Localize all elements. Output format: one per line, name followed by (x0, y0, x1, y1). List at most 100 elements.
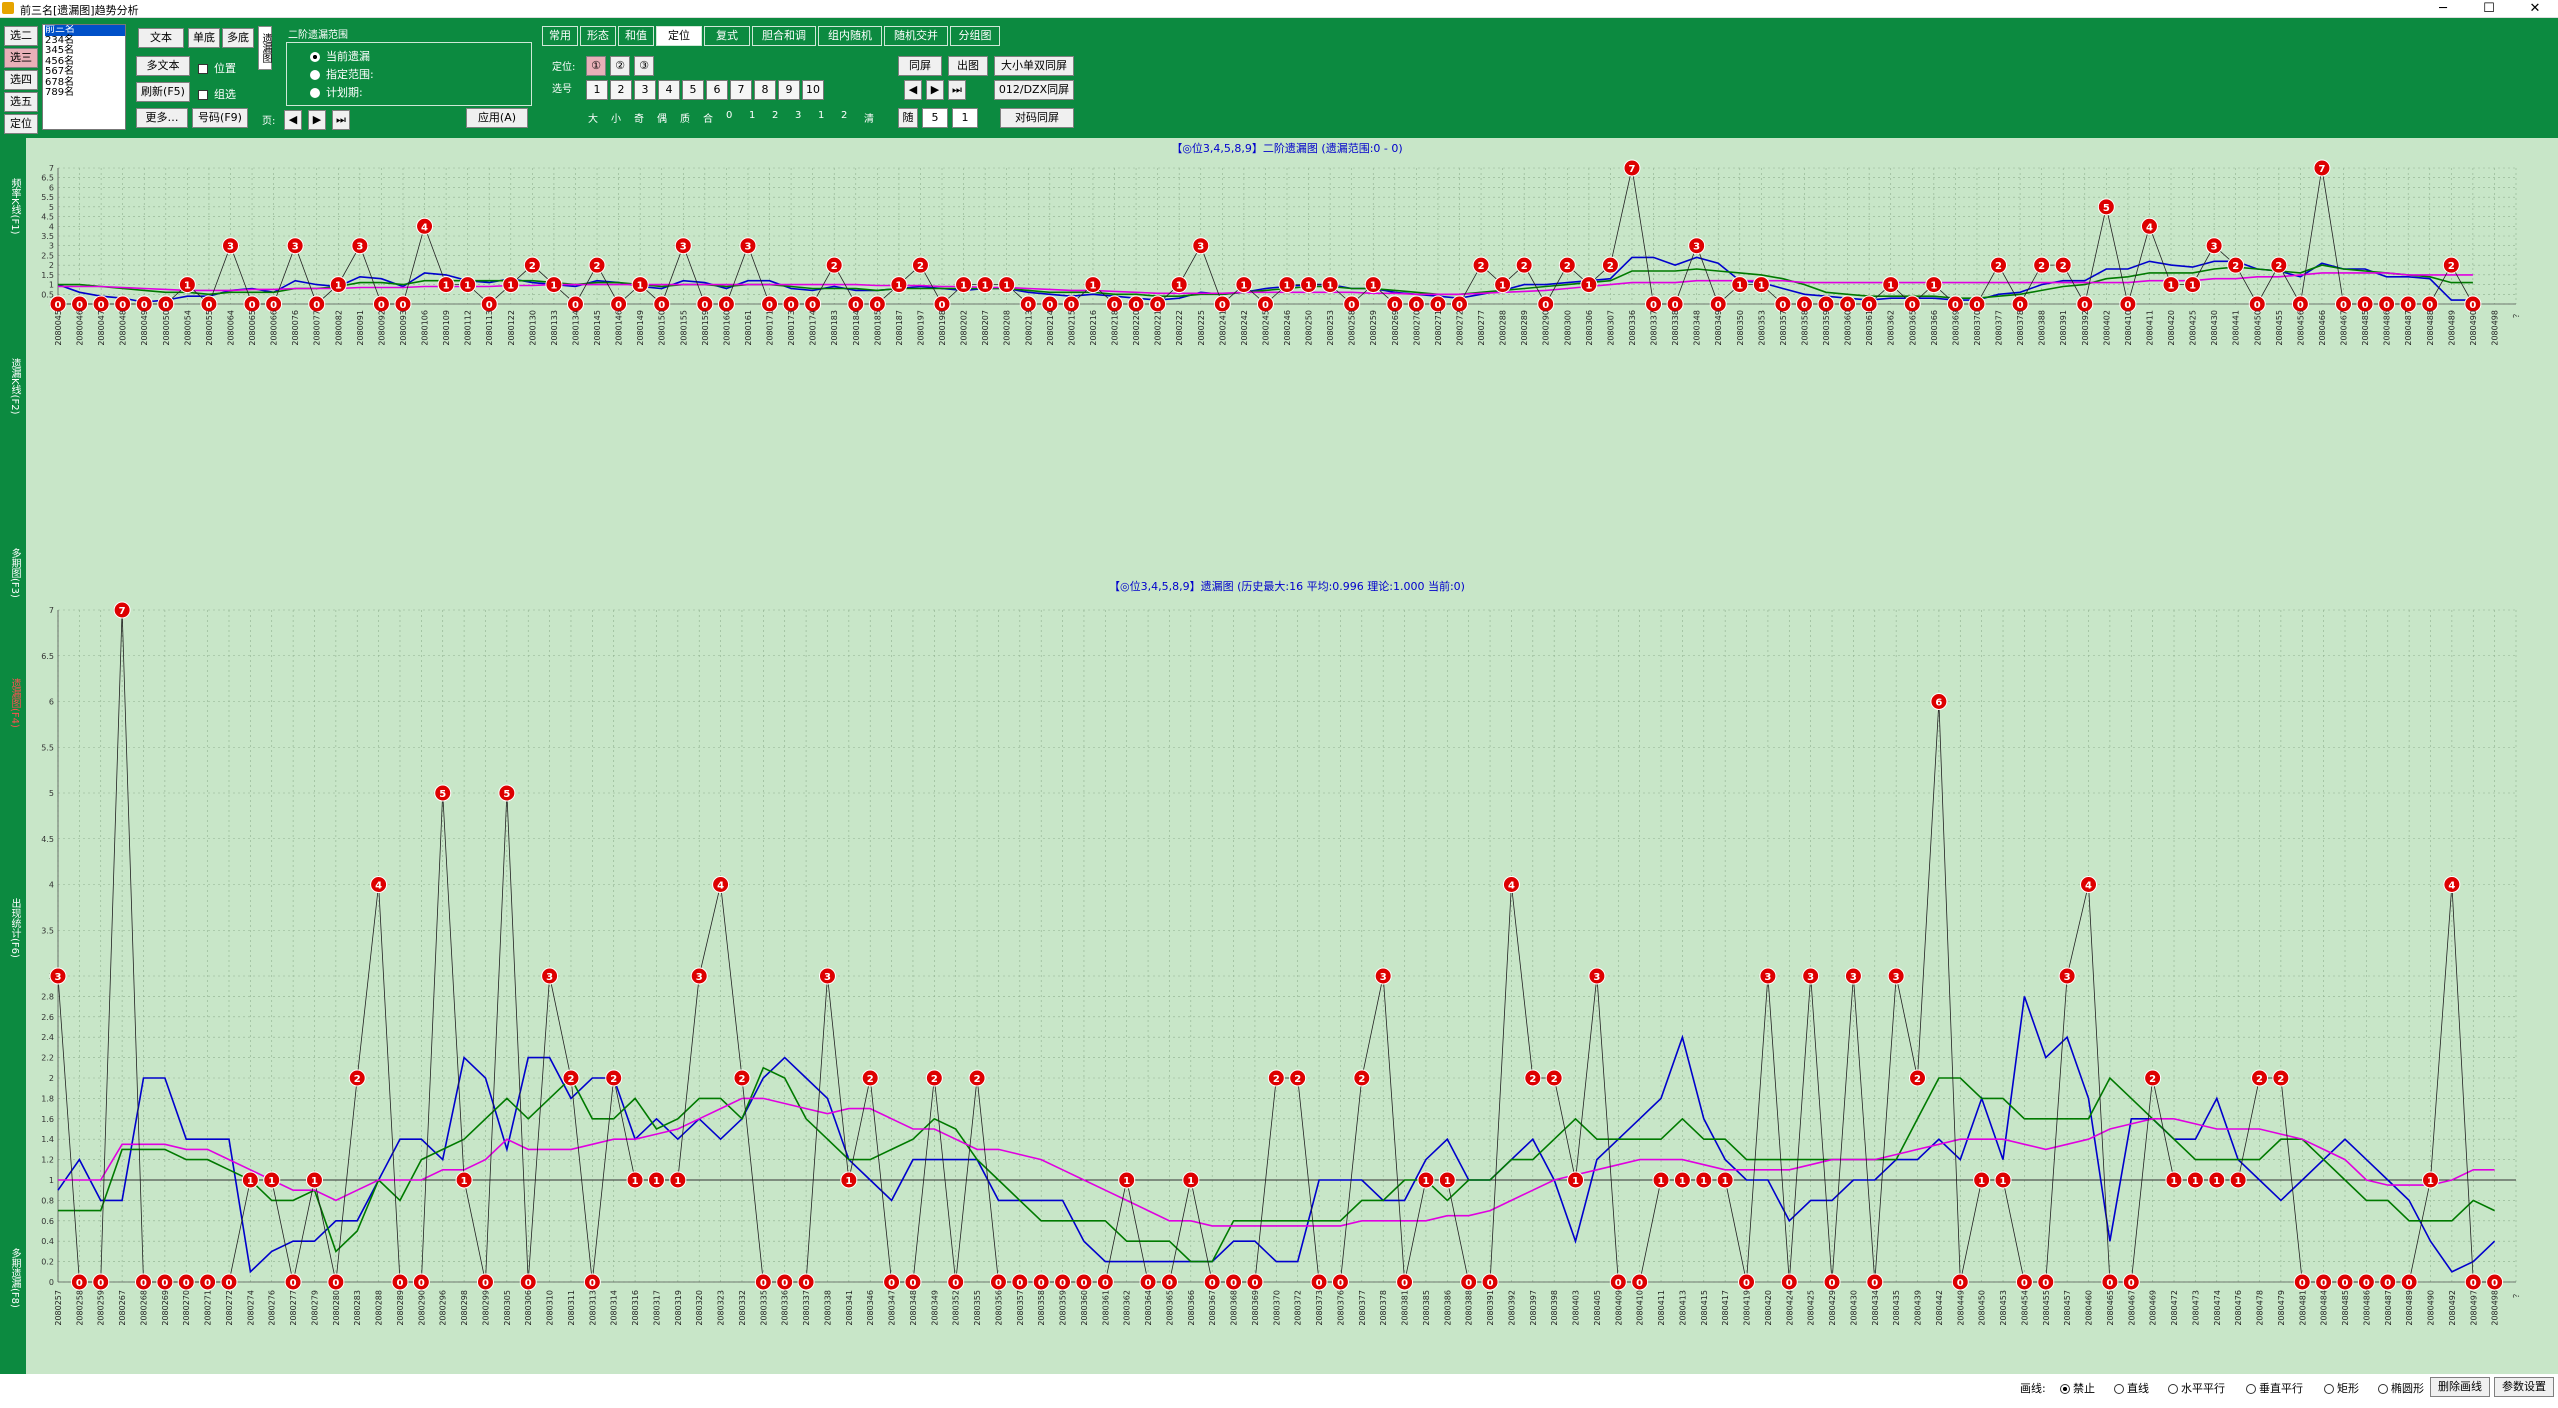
number-7-button[interactable]: 7 (730, 80, 752, 100)
radio-dot[interactable] (2324, 1384, 2334, 1394)
position-button[interactable]: 定位 (4, 114, 38, 134)
select-four-button[interactable]: 选四 (4, 70, 38, 90)
attr-item[interactable]: 1 (818, 110, 824, 121)
minimize-button[interactable]: ─ (2420, 0, 2466, 18)
checkbox-box[interactable] (198, 90, 208, 100)
checkbox-box[interactable] (198, 64, 208, 74)
tab-common[interactable]: 常用 (542, 26, 578, 46)
out-chart-button[interactable]: 出图 (948, 56, 988, 76)
multi-button[interactable]: 多底 (222, 28, 254, 48)
tab-position[interactable]: 定位 (656, 26, 702, 46)
next-page-icon[interactable]: ▶ (308, 110, 326, 130)
tab-group-random[interactable]: 组内随机 (818, 26, 882, 46)
same-screen-button[interactable]: 同屏 (898, 56, 942, 76)
list-item[interactable]: 789名 (45, 87, 125, 99)
multitext-button[interactable]: 多文本 (136, 56, 190, 76)
radio-dot[interactable] (310, 88, 320, 98)
number-2-button[interactable]: 2 (610, 80, 632, 100)
settings-button[interactable]: 参数设置 (2494, 1377, 2554, 1397)
close-button[interactable]: ✕ (2512, 0, 2558, 18)
dan-button[interactable]: 单底 (188, 28, 220, 48)
nav-miss-kline[interactable]: 遗漏K线(F2) (4, 358, 22, 414)
draw-option-2[interactable]: 水平平行 (2168, 1380, 2225, 1396)
number-button[interactable]: 号码(F9) (192, 108, 248, 128)
last-icon[interactable]: ⏭ (948, 80, 966, 100)
number-5-button[interactable]: 5 (682, 80, 704, 100)
nav-freq-kline[interactable]: 频率K线(F1) (4, 178, 22, 234)
random-step-spinner[interactable]: 1 (952, 108, 978, 128)
radio-plan[interactable]: 计划期: (310, 84, 363, 100)
nav-multi-period[interactable]: 多期图(F3) (4, 548, 22, 598)
text-button[interactable]: 文本 (138, 28, 184, 48)
radio-dot[interactable] (2060, 1384, 2070, 1394)
refresh-button[interactable]: 刷新(F5) (136, 82, 190, 102)
tab-shape[interactable]: 形态 (580, 26, 616, 46)
tab-sum[interactable]: 和值 (618, 26, 654, 46)
number-10-button[interactable]: 10 (802, 80, 824, 100)
list-item[interactable]: 前三名 (45, 25, 125, 36)
position-1-button[interactable]: ① (586, 56, 606, 76)
last-page-icon[interactable]: ⏭ (332, 110, 350, 130)
number-4-button[interactable]: 4 (658, 80, 680, 100)
number-8-button[interactable]: 8 (754, 80, 776, 100)
delete-lines-button[interactable]: 删除画线 (2430, 1377, 2490, 1397)
prev-icon[interactable]: ◀ (904, 80, 922, 100)
attr-item[interactable]: 奇 (634, 110, 644, 125)
attr-item[interactable]: 合 (703, 110, 713, 125)
pair-button[interactable]: 对码同屏 (1000, 108, 1074, 128)
random-count-spinner[interactable]: 5 (922, 108, 948, 128)
draw-option-3[interactable]: 垂直平行 (2246, 1380, 2303, 1396)
radio-dot[interactable] (310, 70, 320, 80)
attr-item[interactable]: 0 (726, 110, 732, 121)
radio-dot[interactable] (2378, 1384, 2388, 1394)
select-three-button[interactable]: 选三 (4, 48, 38, 68)
list-item[interactable]: 345名 (45, 45, 125, 57)
radio-dot[interactable] (310, 52, 320, 62)
position-3-button[interactable]: ③ (634, 56, 654, 76)
zone-button[interactable]: 012/DZX同屏 (994, 80, 1074, 100)
number-1-button[interactable]: 1 (586, 80, 608, 100)
radio-dot[interactable] (2168, 1384, 2178, 1394)
attr-item[interactable]: 2 (841, 110, 847, 121)
list-item[interactable]: 567名 (45, 66, 125, 78)
attr-item[interactable]: 清 (864, 110, 874, 125)
radio-current-miss[interactable]: 当前遗漏 (310, 48, 370, 64)
attr-item[interactable]: 小 (611, 110, 621, 125)
radio-dot[interactable] (2246, 1384, 2256, 1394)
size-parity-button[interactable]: 大小单双同屏 (994, 56, 1074, 76)
first-page-icon[interactable]: ◀ (284, 110, 302, 130)
select-two-button[interactable]: 选二 (4, 26, 38, 46)
maximize-button[interactable]: ☐ (2466, 0, 2512, 18)
tab-bile-sum[interactable]: 胆合和调 (752, 26, 816, 46)
nav-stats[interactable]: 出现统计(F6) (4, 898, 22, 958)
tab-compound[interactable]: 复式 (704, 26, 750, 46)
radio-range[interactable]: 指定范围: (310, 66, 374, 82)
tab-group-chart[interactable]: 分组图 (950, 26, 1000, 46)
tab-random-union[interactable]: 随机交并 (884, 26, 948, 46)
nav-miss-chart[interactable]: 遗漏图(F4) (4, 678, 22, 728)
name-listbox[interactable]: 前三名 234名 345名 456名 567名 678名 789名 (42, 24, 126, 130)
attr-item[interactable]: 偶 (657, 110, 667, 125)
attr-item[interactable]: 2 (772, 110, 778, 121)
draw-option-5[interactable]: 椭圆形 (2378, 1380, 2424, 1396)
more-dropdown[interactable]: 更多… (136, 108, 188, 128)
attr-item[interactable]: 1 (749, 110, 755, 121)
overlap-checkbox[interactable]: 位置 (198, 60, 236, 76)
radio-dot[interactable] (2114, 1384, 2124, 1394)
x-tick-label: 2080183 (830, 310, 839, 346)
draw-option-0[interactable]: 禁止 (2060, 1380, 2095, 1396)
attr-item[interactable]: 大 (588, 110, 598, 125)
nav-multi-miss[interactable]: 多期遗漏(F8) (4, 1248, 22, 1308)
select-five-button[interactable]: 选五 (4, 92, 38, 112)
number-9-button[interactable]: 9 (778, 80, 800, 100)
next-icon[interactable]: ▶ (926, 80, 944, 100)
number-3-button[interactable]: 3 (634, 80, 656, 100)
position-2-button[interactable]: ② (610, 56, 630, 76)
number-6-button[interactable]: 6 (706, 80, 728, 100)
apply-button[interactable]: 应用(A) (466, 108, 528, 128)
draw-option-4[interactable]: 矩形 (2324, 1380, 2359, 1396)
draw-option-1[interactable]: 直线 (2114, 1380, 2149, 1396)
attr-item[interactable]: 3 (795, 110, 801, 121)
attr-item[interactable]: 质 (680, 110, 690, 125)
group-checkbox[interactable]: 组选 (198, 86, 236, 102)
